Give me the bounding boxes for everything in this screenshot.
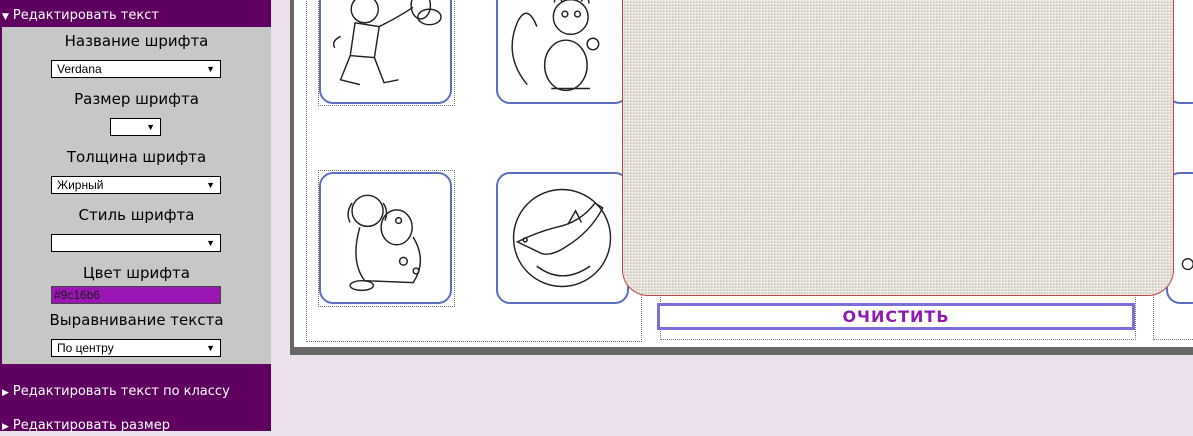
dropdown-arrow-icon: ▼	[206, 64, 215, 74]
text-align-select[interactable]: По центру ▼	[51, 339, 221, 357]
font-weight-value: Жирный	[57, 178, 104, 192]
dolphin-illustration-icon	[512, 188, 612, 288]
font-name-value: Verdana	[57, 62, 102, 76]
triangle-right-icon: ▶	[2, 388, 9, 398]
section-header-edit-text[interactable]: ▼ Редактировать текст	[0, 6, 271, 26]
font-color-label: Цвет шрифта	[83, 264, 190, 282]
dropdown-arrow-icon: ▼	[206, 343, 215, 353]
coloring-thumb-squirrel[interactable]	[496, 0, 629, 104]
nav-edit-size[interactable]: ▶ Редактировать размер	[0, 417, 271, 436]
dropdown-arrow-icon: ▼	[146, 122, 155, 132]
nav-edit-text-by-class[interactable]: ▶ Редактировать текст по классу	[0, 383, 271, 402]
section-header-label: Редактировать текст	[12, 8, 159, 23]
coloring-thumb-boy[interactable]	[319, 0, 452, 104]
squirrel-illustration-icon	[511, 0, 600, 92]
boy-illustration-icon	[332, 0, 442, 86]
font-name-select[interactable]: Verdana ▼	[51, 60, 221, 78]
nav-edit-text-by-class-label: Редактировать текст по классу	[12, 384, 230, 399]
text-align-label: Выравнивание текста	[49, 311, 224, 329]
coloring-thumb-dolphin[interactable]	[496, 172, 629, 304]
coloring-thumb-girl-dog[interactable]	[319, 172, 452, 304]
font-color-input[interactable]: #9c16b6	[51, 286, 221, 304]
font-size-label: Размер шрифта	[74, 90, 199, 108]
text-editor-panel: ▼ Редактировать текст Название шрифта Ver…	[0, 0, 271, 433]
edit-text-form: Название шрифта Verdana ▼ Размер шрифта …	[2, 27, 271, 364]
font-weight-label: Толщина шрифта	[66, 148, 207, 166]
dropdown-arrow-icon: ▼	[206, 238, 215, 248]
text-align-value: По центру	[57, 341, 114, 355]
font-weight-select[interactable]: Жирный ▼	[51, 176, 221, 194]
font-size-select[interactable]: ▼	[110, 118, 161, 136]
font-style-select[interactable]: ▼	[51, 234, 221, 252]
drawing-canvas[interactable]	[622, 0, 1174, 296]
clear-button[interactable]: ОЧИСТИТЬ	[657, 303, 1135, 330]
girl-dog-illustration-icon	[347, 194, 422, 292]
triangle-down-icon: ▼	[2, 12, 9, 22]
dropdown-arrow-icon: ▼	[206, 180, 215, 190]
font-style-label: Стиль шрифта	[78, 206, 195, 224]
font-name-label: Название шрифта	[64, 32, 209, 50]
